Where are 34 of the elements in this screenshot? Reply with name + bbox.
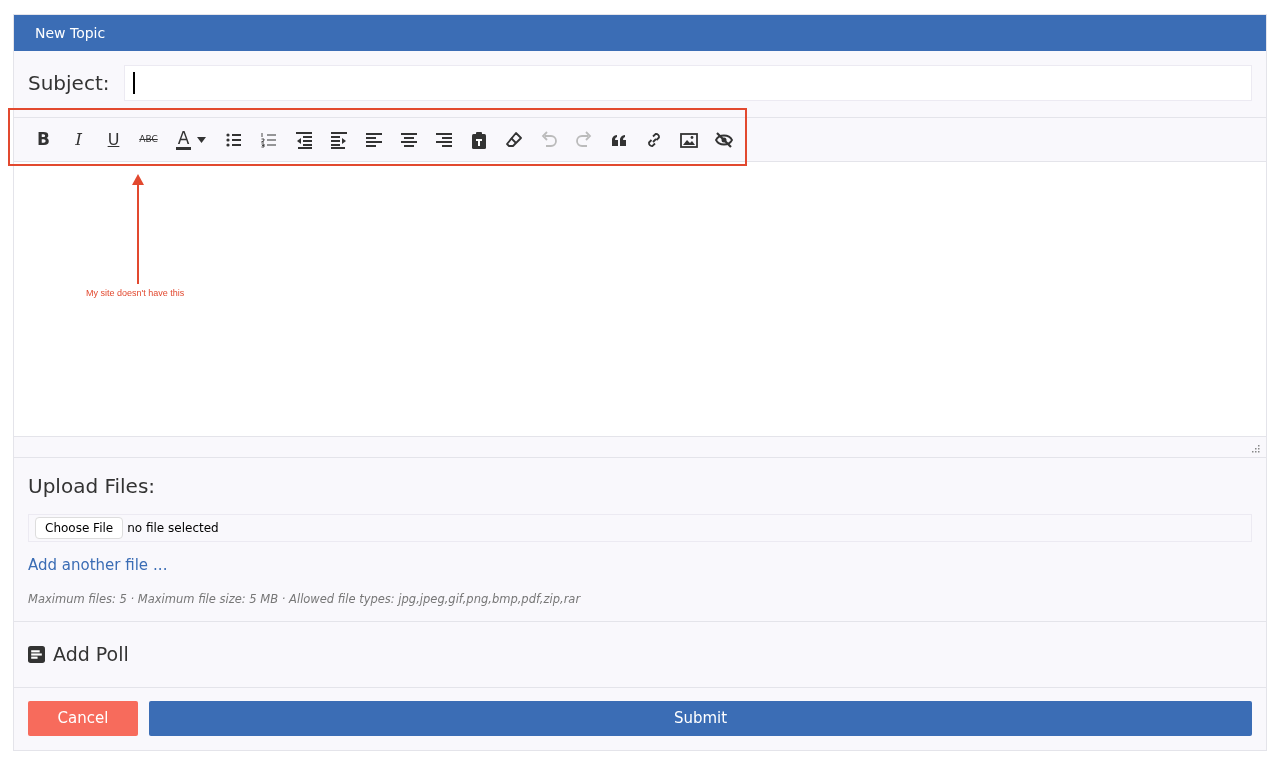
form-title: New Topic — [35, 23, 106, 43]
align-right-icon — [434, 130, 453, 149]
eye-slash-icon — [714, 130, 733, 149]
redo-icon — [574, 130, 593, 149]
poll-icon[interactable] — [28, 646, 45, 663]
align-left-icon — [364, 130, 383, 149]
clipboard-icon — [469, 130, 488, 149]
eraser-icon — [504, 130, 523, 149]
text-color-button[interactable]: A — [166, 124, 216, 155]
annotation-text: My site doesn't have this — [86, 287, 185, 300]
italic-button[interactable]: I — [61, 124, 96, 155]
add-another-file-link[interactable]: Add another file — [28, 554, 149, 577]
subject-field[interactable] — [123, 65, 1252, 101]
text-cursor — [133, 72, 135, 94]
indent-icon — [329, 130, 348, 149]
outdent-icon — [294, 130, 313, 149]
upload-title: Upload Files: — [28, 474, 157, 498]
align-center-icon — [399, 130, 418, 149]
undo-icon — [539, 130, 558, 149]
upload-limits-note: Maximum files: 5 · Maximum file size: 5 MB · Allowed file types: jpg,jpeg,gif,png,bmp,pdf,zip,rar — [28, 590, 582, 608]
ellipsis-text: ... — [153, 555, 168, 576]
submit-button[interactable]: Submit — [149, 701, 1252, 736]
caret-icon — [197, 136, 207, 143]
choose-file-button[interactable]: Choose File — [35, 517, 124, 539]
file-status-text: no file selected — [127, 520, 219, 537]
strikethrough-button[interactable]: ABC — [131, 124, 166, 155]
resize-handle-icon[interactable] — [1251, 444, 1260, 453]
file-input-field[interactable]: Choose File no file selected — [28, 514, 1252, 542]
subject-label: Subject: — [28, 70, 110, 97]
bold-button[interactable]: B — [26, 124, 61, 155]
underline-button[interactable]: U — [96, 124, 131, 155]
image-icon — [679, 130, 698, 149]
add-poll-label[interactable]: Add Poll — [53, 640, 129, 669]
numbered-list-icon — [259, 130, 278, 149]
